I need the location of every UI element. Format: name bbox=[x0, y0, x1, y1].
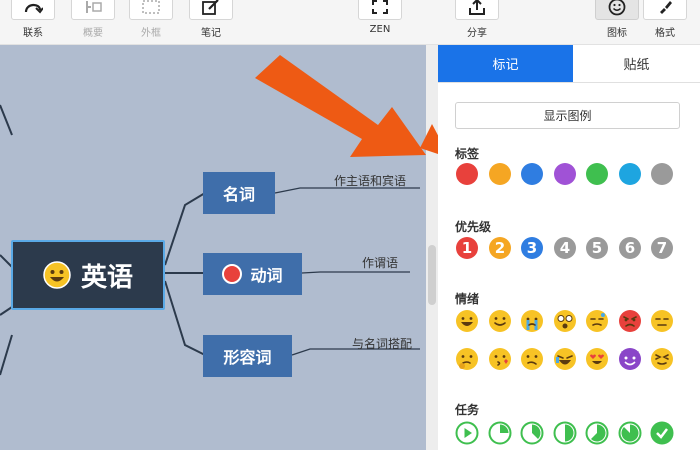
emotion-2-icon[interactable] bbox=[488, 309, 512, 333]
tab-stickers[interactable]: 贴纸 bbox=[573, 45, 700, 82]
note-button[interactable]: 笔记 bbox=[188, 0, 234, 44]
priority-6-icon[interactable]: 6 bbox=[618, 236, 642, 260]
orange-arrow-icon bbox=[255, 55, 426, 157]
svg-text:7: 7 bbox=[657, 239, 667, 257]
show-legend-button[interactable]: 显示图例 bbox=[455, 102, 680, 129]
label-color-5-icon[interactable] bbox=[585, 162, 609, 186]
summary-button[interactable]: 概要 bbox=[70, 0, 116, 44]
label-color-7-icon[interactable] bbox=[650, 162, 674, 186]
label-color-3-icon[interactable] bbox=[520, 162, 544, 186]
section-priority-title: 优先级 bbox=[455, 220, 492, 234]
priority-3-icon[interactable]: 3 bbox=[520, 236, 544, 260]
relation-button[interactable]: 联系 bbox=[10, 0, 56, 44]
format-label: 格式 bbox=[655, 28, 675, 39]
task-progress-6-icon[interactable] bbox=[618, 421, 642, 445]
emotion-4-icon[interactable] bbox=[553, 309, 577, 333]
toolbar: 联系 概要 外框 笔记 ZEN 分享 图标 格式 bbox=[0, 0, 700, 45]
mindmap-canvas[interactable]: 英语 名词 作主语和宾语 动词 作谓语 形容词 与名词搭配 bbox=[0, 45, 426, 450]
boundary-icon bbox=[142, 0, 160, 14]
emotion-7-icon[interactable] bbox=[650, 309, 674, 333]
emoji-button[interactable]: 图标 bbox=[594, 0, 640, 44]
priority-1-icon[interactable]: 1 bbox=[455, 236, 479, 260]
priority-2-icon[interactable]: 2 bbox=[488, 236, 512, 260]
emotion-12-icon[interactable] bbox=[585, 347, 609, 371]
priority-row: 1 2 3 4 5 6 7 bbox=[455, 236, 685, 260]
svg-text:4: 4 bbox=[559, 239, 569, 257]
task-progress-1-icon[interactable] bbox=[455, 421, 479, 445]
relation-icon bbox=[24, 3, 43, 14]
emotion-6-icon[interactable] bbox=[618, 309, 642, 333]
panel-tabs: 标记 贴纸 bbox=[438, 45, 700, 83]
task-progress-2-icon[interactable] bbox=[488, 421, 512, 445]
emotion-14-icon[interactable] bbox=[650, 347, 674, 371]
note-icon bbox=[202, 0, 219, 15]
priority-4-icon[interactable]: 4 bbox=[553, 236, 577, 260]
task-progress-row bbox=[455, 421, 685, 445]
zen-label: ZEN bbox=[369, 24, 391, 35]
summary-label: 概要 bbox=[83, 28, 103, 39]
emoji-label: 图标 bbox=[607, 28, 627, 39]
emoji-icon bbox=[608, 0, 626, 16]
relation-label: 联系 bbox=[23, 28, 43, 39]
emotion-5-icon[interactable] bbox=[585, 309, 609, 333]
emotion-13-icon[interactable] bbox=[618, 347, 642, 371]
canvas-scrollbar[interactable] bbox=[426, 45, 438, 450]
task-progress-3-icon[interactable] bbox=[520, 421, 544, 445]
task-progress-4-icon[interactable] bbox=[553, 421, 577, 445]
emotion-8-icon[interactable] bbox=[455, 347, 479, 371]
svg-text:2: 2 bbox=[494, 239, 504, 257]
emotion-11-icon[interactable] bbox=[553, 347, 577, 371]
section-labels-title: 标签 bbox=[455, 147, 480, 161]
emotion-10-icon[interactable] bbox=[520, 347, 544, 371]
section-emotion-title: 情绪 bbox=[455, 292, 480, 306]
summary-icon bbox=[86, 1, 102, 13]
svg-text:6: 6 bbox=[624, 239, 634, 257]
emotion-row-2 bbox=[455, 347, 685, 371]
emotion-9-icon[interactable] bbox=[488, 347, 512, 371]
label-color-2-icon[interactable] bbox=[488, 162, 512, 186]
priority-7-icon[interactable]: 7 bbox=[650, 236, 674, 260]
share-button[interactable]: 分享 bbox=[454, 0, 500, 44]
share-label: 分享 bbox=[467, 28, 487, 39]
label-color-1-icon[interactable] bbox=[455, 162, 479, 186]
note-label: 笔记 bbox=[201, 28, 221, 39]
zen-icon bbox=[372, 0, 388, 14]
marker-panel: 标记 贴纸 显示图例 标签 优先级 1 2 3 4 5 6 7 情绪 任务 bbox=[438, 45, 700, 450]
priority-5-icon[interactable]: 5 bbox=[585, 236, 609, 260]
svg-text:3: 3 bbox=[527, 239, 537, 257]
emotion-3-icon[interactable] bbox=[520, 309, 544, 333]
label-color-4-icon[interactable] bbox=[553, 162, 577, 186]
zen-button[interactable]: ZEN bbox=[357, 0, 403, 44]
share-icon bbox=[469, 0, 485, 15]
task-progress-5-icon[interactable] bbox=[585, 421, 609, 445]
format-button[interactable]: 格式 bbox=[642, 0, 688, 44]
emotion-row-1 bbox=[455, 309, 685, 333]
svg-text:1: 1 bbox=[462, 239, 472, 257]
boundary-label: 外框 bbox=[141, 28, 161, 39]
task-progress-7-icon[interactable] bbox=[650, 421, 674, 445]
tab-markers[interactable]: 标记 bbox=[438, 45, 573, 82]
format-brush-icon bbox=[660, 1, 672, 14]
label-color-row bbox=[455, 162, 685, 186]
emotion-1-icon[interactable] bbox=[455, 309, 479, 333]
svg-text:5: 5 bbox=[592, 239, 602, 257]
boundary-button[interactable]: 外框 bbox=[128, 0, 174, 44]
label-color-6-icon[interactable] bbox=[618, 162, 642, 186]
section-task-title: 任务 bbox=[455, 403, 480, 417]
scrollbar-thumb[interactable] bbox=[428, 245, 436, 305]
